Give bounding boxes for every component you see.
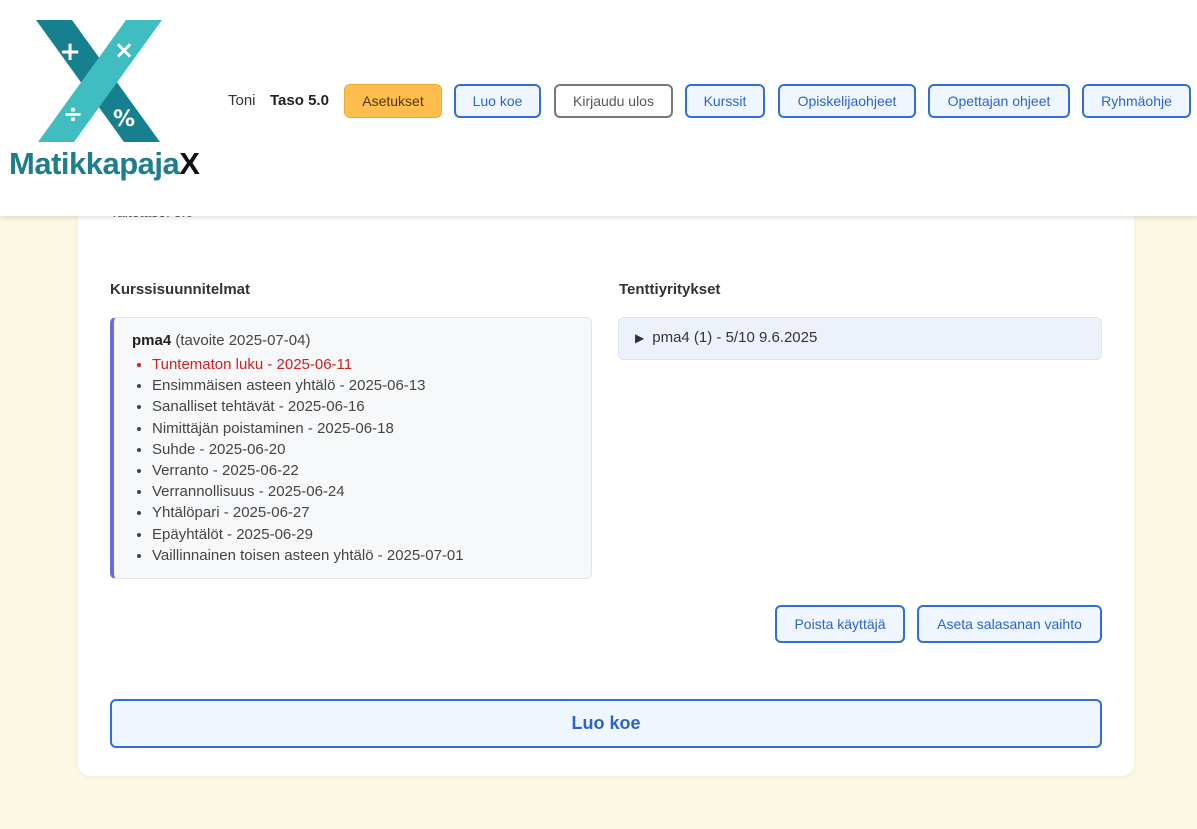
percent-icon: % <box>113 107 135 132</box>
logo-text-x: X <box>179 146 200 181</box>
create-exam-nav-button[interactable]: Luo koe <box>454 84 541 118</box>
course-plan-box: pma4 (tavoite 2025-07-04) Tuntematon luk… <box>110 317 592 579</box>
plan-title: pma4 (tavoite 2025-07-04) <box>132 332 310 349</box>
plan-item: Verranto - 2025-06-22 <box>152 460 464 481</box>
exam-attempt-label: pma4 (1) - 5/10 9.6.2025 <box>652 329 818 346</box>
user-level: Taso 5.0 <box>270 92 329 109</box>
courses-button[interactable]: Kurssit <box>685 84 765 118</box>
plan-topic-list: Tuntematon luku - 2025-06-11 Ensimmäisen… <box>132 354 464 566</box>
matikkapaja-logo-icon[interactable]: + × ÷ % <box>32 20 164 144</box>
user-name: Toni <box>228 92 256 109</box>
student-guide-button[interactable]: Opiskelijaohjeet <box>778 84 916 118</box>
exam-attempts-heading: Tenttiyritykset <box>619 281 721 298</box>
plan-item: Verrannollisuus - 2025-06-24 <box>152 481 464 502</box>
top-header: + × ÷ % MatikkapajaX Toni Taso 5.0 Asetu… <box>0 0 1197 216</box>
settings-button[interactable]: Asetukset <box>344 84 442 118</box>
set-password-change-button[interactable]: Aseta salasanan vaihto <box>917 605 1102 643</box>
group-guide-button[interactable]: Ryhmäohje <box>1082 84 1191 118</box>
plan-item: Tuntematon luku - 2025-06-11 <box>152 354 464 375</box>
logo-text-main: Matikkapaja <box>9 146 180 181</box>
plan-item: Yhtälöpari - 2025-06-27 <box>152 502 464 523</box>
delete-user-button[interactable]: Poista käyttäjä <box>775 605 905 643</box>
plan-item: Epäyhtälöt - 2025-06-29 <box>152 524 464 545</box>
plan-item: Sanalliset tehtävät - 2025-06-16 <box>152 396 464 417</box>
plan-item: Nimittäjän poistaminen - 2025-06-18 <box>152 418 464 439</box>
plan-item: Vaillinnainen toisen asteen yhtälö - 202… <box>152 545 464 566</box>
plus-icon: + <box>59 37 81 67</box>
plan-item: Ensimmäisen asteen yhtälö - 2025-06-13 <box>152 375 464 396</box>
teacher-guide-button[interactable]: Opettajan ohjeet <box>928 84 1070 118</box>
times-icon: × <box>114 36 134 64</box>
plan-course: pma4 <box>132 332 172 349</box>
divide-icon: ÷ <box>63 100 83 128</box>
create-exam-main-button[interactable]: Luo koe <box>110 699 1102 748</box>
plan-goal: (tavoite 2025-07-04) <box>175 332 311 349</box>
plan-item: Suhde - 2025-06-20 <box>152 439 464 460</box>
expand-triangle-icon: ▶ <box>635 331 645 345</box>
logo-wordmark: MatikkapajaX <box>9 146 200 182</box>
exam-attempt-summary[interactable]: ▶ pma4 (1) - 5/10 9.6.2025 <box>618 317 1102 360</box>
course-plans-heading: Kurssisuunnitelmat <box>110 281 251 298</box>
logout-button[interactable]: Kirjaudu ulos <box>554 84 673 118</box>
